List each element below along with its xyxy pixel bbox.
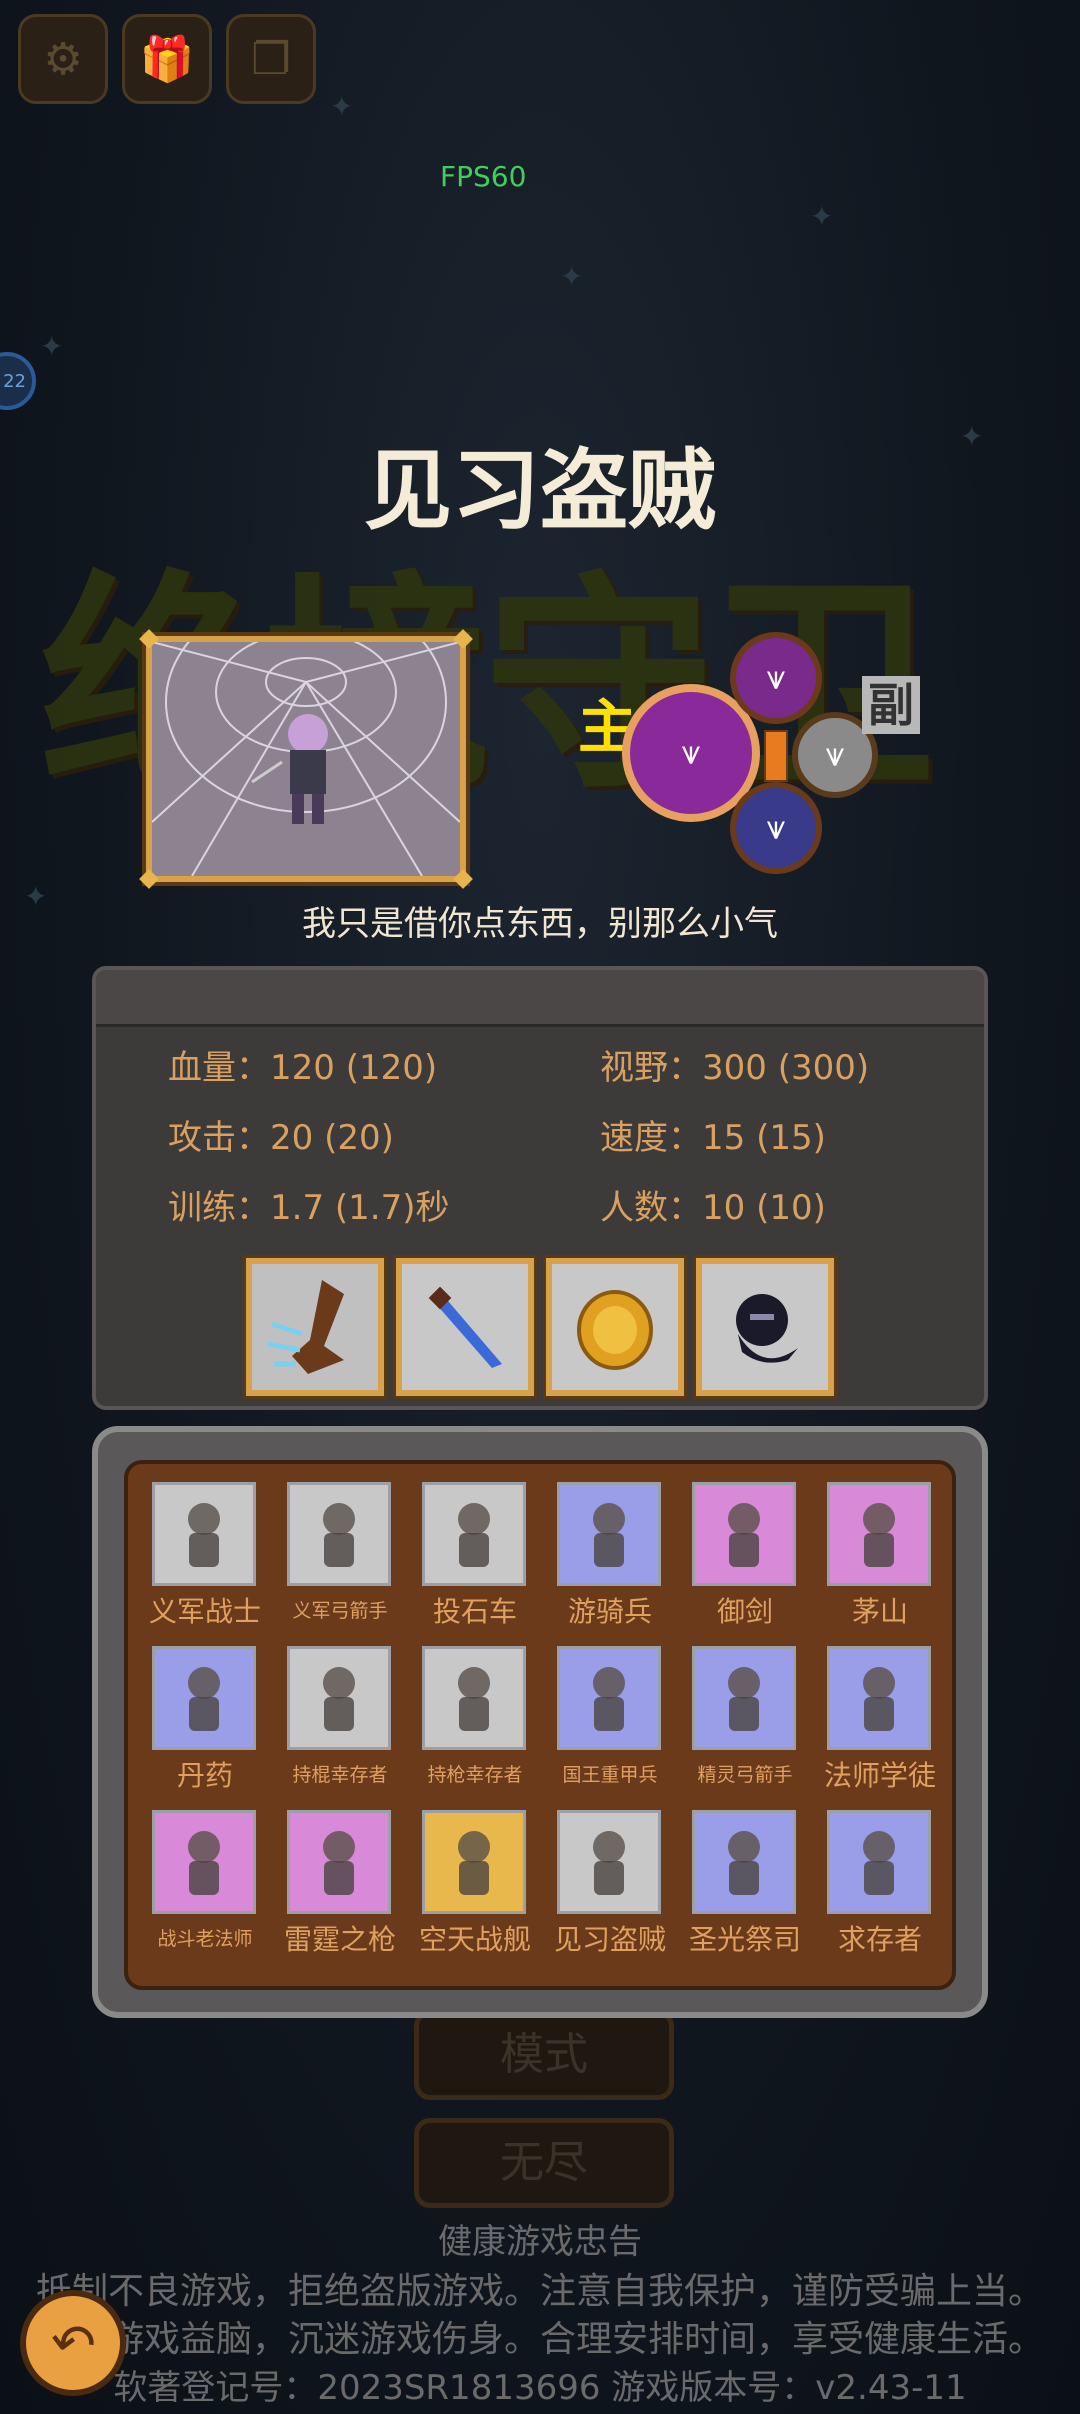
roster-unit-card[interactable]: 投石车: [408, 1482, 542, 1642]
roster-unit-portrait: [287, 1646, 391, 1750]
roster-unit-card[interactable]: 求存者: [813, 1810, 947, 1970]
unit-quote: 我只是借你点东西，别那么小气: [302, 904, 778, 944]
roster-unit-card[interactable]: 茅山: [813, 1482, 947, 1642]
gift-icon[interactable]: 🎁: [122, 14, 212, 104]
roster-unit-card[interactable]: 国王重甲兵: [543, 1646, 677, 1806]
roster-unit-name: 持枪幸存者: [427, 1764, 523, 1786]
endless-button: 无尽: [414, 2118, 674, 2208]
roster-unit-card[interactable]: 精灵弓箭手: [678, 1646, 812, 1806]
roster-unit-name: 空天战舰: [418, 1923, 531, 1956]
roster-unit-name: 圣光祭司: [688, 1923, 801, 1956]
stat-count: 人数：10 (10): [600, 1188, 826, 1228]
star-decoration: ✦: [330, 90, 354, 123]
roster-unit-portrait: [557, 1810, 661, 1914]
unit-title: 见习盗贼: [363, 439, 716, 542]
roster-unit-name: 义军弓箭手: [292, 1600, 388, 1622]
shadow-thief-icon[interactable]: [696, 1258, 834, 1396]
health-advisory-line2: 适度游戏益脑，沉迷游戏伤身。合理安排时间，享受健康生活。: [35, 2319, 1044, 2360]
star-decoration: ✦: [810, 200, 834, 233]
roster-unit-card[interactable]: 战斗老法师: [138, 1810, 272, 1970]
roster-unit-name: 义军战士: [148, 1595, 261, 1628]
health-advisory-line1: 抵制不良游戏，拒绝盗版游戏。注意自我保护，谨防受骗上当。: [35, 2271, 1044, 2312]
roster-unit-portrait: [692, 1482, 796, 1586]
gear-icon[interactable]: ⚙: [18, 14, 108, 104]
roster-unit-name: 法师学徒: [823, 1759, 936, 1792]
roster-unit-name: 雷霆之枪: [283, 1923, 396, 1956]
sub-talent-label: 副: [862, 676, 920, 734]
roster-unit-card[interactable]: 雷霆之枪: [273, 1810, 407, 1970]
roster-unit-card[interactable]: 持枪幸存者: [408, 1646, 542, 1806]
talent-top-icon[interactable]: ⩛: [730, 632, 822, 724]
roster-unit-name: 战斗老法师: [157, 1928, 253, 1950]
roster-unit-name: 游骑兵: [567, 1595, 652, 1628]
roster-unit-portrait: [152, 1482, 256, 1586]
stat-training: 训练：1.7 (1.7)秒: [168, 1188, 450, 1228]
mode-button: 模式: [414, 2010, 674, 2100]
unit-portrait: [139, 629, 473, 889]
roster-unit-card[interactable]: 圣光祭司: [678, 1810, 812, 1970]
stats-panel-header: [96, 970, 984, 1027]
roster-unit-card[interactable]: 义军战士: [138, 1482, 272, 1642]
roster-unit-portrait: [422, 1810, 526, 1914]
roster-unit-portrait: [422, 1646, 526, 1750]
roster-unit-card[interactable]: 御剑: [678, 1482, 812, 1642]
unit-roster-panel: 义军战士 义军弓箭手 投石车 游骑兵 御剑 茅山丹药 持棍幸存者 持枪幸存者 国王重甲兵 精灵弓箭…: [92, 1426, 988, 2018]
roster-unit-card[interactable]: 空天战舰: [408, 1810, 542, 1970]
dagger-icon[interactable]: [396, 1258, 534, 1396]
fps-counter: FPS60: [440, 160, 527, 193]
roster-unit-portrait: [557, 1646, 661, 1750]
roster-unit-name: 茅山: [851, 1595, 908, 1628]
roster-unit-portrait: [422, 1482, 526, 1586]
side-level-badge[interactable]: 22: [0, 352, 36, 410]
roster-unit-name: 投石车: [432, 1595, 517, 1628]
roster-unit-portrait: [692, 1810, 796, 1914]
roster-unit-name: 见习盗贼: [553, 1923, 666, 1956]
roster-unit-name: 丹药: [176, 1759, 233, 1792]
star-decoration: ✦: [560, 260, 584, 293]
license-version-info: 软著登记号：2023SR1813696 游戏版本号：v2.43-11: [113, 2368, 967, 2408]
roster-unit-portrait: [557, 1482, 661, 1586]
roster-unit-name: 国王重甲兵: [562, 1764, 658, 1786]
roster-unit-card[interactable]: 见习盗贼: [543, 1810, 677, 1970]
speed-boot-icon[interactable]: [246, 1258, 384, 1396]
roster-unit-name: 精灵弓箭手: [697, 1764, 793, 1786]
roster-unit-portrait: [692, 1646, 796, 1750]
copy-icon[interactable]: ❐: [226, 14, 316, 104]
back-arrow-icon: ↶: [46, 2308, 100, 2378]
roster-unit-card[interactable]: 丹药: [138, 1646, 272, 1806]
roster-unit-portrait: [152, 1646, 256, 1750]
roster-unit-card[interactable]: 持棍幸存者: [273, 1646, 407, 1806]
roster-unit-portrait: [827, 1482, 931, 1586]
stat-hp: 血量：120 (120): [168, 1048, 438, 1088]
roster-unit-portrait: [287, 1482, 391, 1586]
unit-roster-grid: 义军战士 义军弓箭手 投石车 游骑兵 御剑 茅山丹药 持棍幸存者 持枪幸存者 国王重甲兵 精灵弓箭…: [124, 1460, 956, 1990]
health-advisory-heading: 健康游戏忠告: [438, 2222, 642, 2262]
star-decoration: ✦: [40, 330, 64, 363]
roster-unit-card[interactable]: 义军弓箭手: [273, 1482, 407, 1642]
roster-unit-card[interactable]: 法师学徒: [813, 1646, 947, 1806]
stat-speed: 速度：15 (15): [600, 1118, 826, 1158]
gold-coin-icon[interactable]: [546, 1258, 684, 1396]
roster-unit-portrait: [287, 1810, 391, 1914]
roster-unit-name: 求存者: [837, 1923, 922, 1956]
roster-unit-portrait: [827, 1646, 931, 1750]
stat-attack: 攻击：20 (20): [168, 1118, 394, 1158]
roster-unit-name: 持棍幸存者: [292, 1764, 388, 1786]
roster-unit-portrait: [827, 1810, 931, 1914]
talent-link-bar: [764, 730, 788, 782]
roster-unit-portrait: [152, 1810, 256, 1914]
roster-unit-card[interactable]: 游骑兵: [543, 1482, 677, 1642]
talent-bottom-icon[interactable]: ⩛: [730, 782, 822, 874]
stat-vision: 视野：300 (300): [600, 1048, 870, 1088]
roster-unit-name: 御剑: [716, 1595, 773, 1628]
